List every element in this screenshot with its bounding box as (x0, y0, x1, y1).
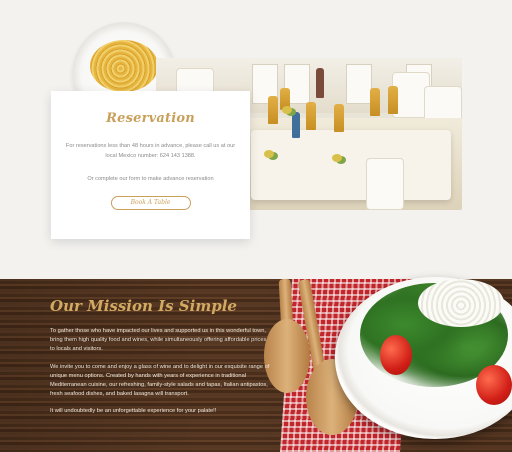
photo-flowers (332, 154, 342, 162)
reservation-phone-text: For reservations less than 48 hours in a… (65, 143, 236, 159)
reservation-card: Reservation For reservations less than 4… (51, 91, 250, 239)
mission-section: Our Mission Is Simple To gather those wh… (0, 277, 512, 452)
tomato-image (476, 365, 512, 405)
photo-window (346, 64, 372, 104)
photo-flowers (264, 150, 274, 158)
mission-paragraph: To gather those who have impacted our li… (50, 328, 267, 353)
pasta-food-image (90, 40, 158, 92)
photo-napkin (268, 96, 278, 124)
photo-napkin (388, 86, 398, 114)
photo-bottle (316, 68, 324, 98)
photo-tablecloth (251, 130, 451, 200)
mission-text-block: Our Mission Is Simple To gather those wh… (50, 297, 272, 417)
photo-flowers (282, 106, 292, 114)
reservation-title: Reservation (106, 111, 195, 126)
photo-napkin (334, 104, 344, 132)
photo-bottle (292, 112, 300, 138)
reservation-section: Reservation For reservations less than 4… (0, 0, 512, 279)
mozzarella-image (418, 279, 504, 327)
mission-paragraph: We invite you to come and enjoy a glass … (50, 363, 270, 398)
mission-title: Our Mission Is Simple (50, 297, 237, 315)
photo-napkin (306, 102, 316, 130)
mission-paragraph: It will undoubtedly be an unforgettable … (50, 408, 217, 415)
photo-chair (366, 158, 404, 210)
photo-napkin (370, 88, 380, 116)
reservation-form-text: Or complete our form to make advance res… (87, 176, 214, 182)
book-a-table-button[interactable]: Book A Table (110, 196, 191, 210)
tomato-image (380, 335, 412, 375)
